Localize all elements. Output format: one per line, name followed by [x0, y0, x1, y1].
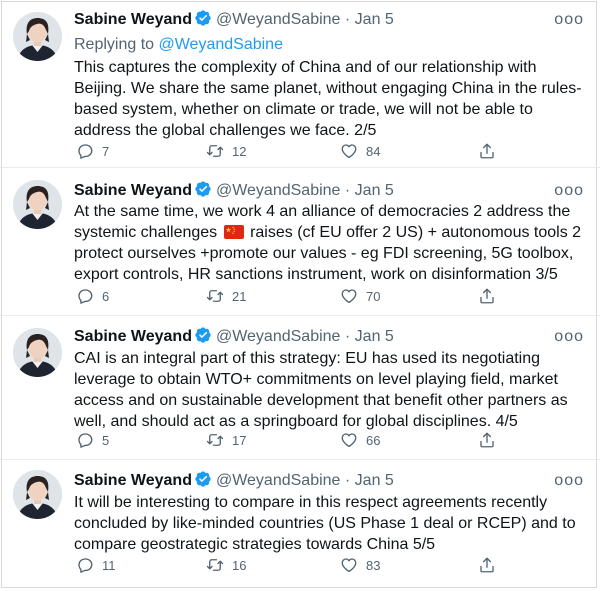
reply-count: 6	[102, 288, 110, 304]
like-button[interactable]: 66	[340, 430, 380, 450]
author-handle[interactable]: @WeyandSabine	[216, 328, 340, 345]
like-count: 83	[366, 557, 381, 573]
retweet-icon	[206, 287, 224, 305]
reply-icon	[76, 556, 94, 574]
tweet-header: Sabine Weyand @WeyandSabine · Jan 5	[74, 180, 394, 201]
profile-photo-icon	[13, 328, 62, 377]
profile-photo-icon	[13, 180, 62, 229]
avatar[interactable]	[13, 180, 62, 229]
more-options-icon[interactable]: ooo	[554, 329, 584, 345]
retweet-count: 16	[232, 557, 247, 573]
tweet-date[interactable]: Jan 5	[355, 472, 394, 489]
tweet-actions: 5 17 66	[74, 430, 524, 450]
like-icon	[340, 142, 358, 160]
retweet-button[interactable]: 21	[206, 286, 246, 306]
profile-photo-icon	[13, 470, 62, 519]
reply-button[interactable]: 5	[76, 430, 109, 450]
tweet-text: This captures the complexity of China an…	[74, 59, 582, 139]
retweet-button[interactable]: 12	[206, 141, 246, 161]
separator-dot: ·	[344, 11, 351, 28]
like-icon	[340, 431, 358, 449]
author-handle[interactable]: @WeyandSabine	[216, 472, 340, 489]
tweet-text: At the same time, we work 4 an alliance …	[74, 201, 584, 285]
tweet-header: Sabine Weyand @WeyandSabine · Jan 5	[74, 9, 394, 30]
like-button[interactable]: 83	[340, 555, 380, 575]
china-flag-icon	[223, 225, 244, 239]
tweet-item[interactable]: Sabine Weyand @WeyandSabine · Jan 5 ooo R…	[0, 0, 600, 168]
author-name[interactable]: Sabine Weyand	[74, 328, 192, 345]
retweet-count: 21	[232, 288, 247, 304]
like-count: 70	[366, 288, 381, 304]
verified-badge-icon	[194, 180, 212, 198]
like-icon	[340, 556, 358, 574]
tweet-date[interactable]: Jan 5	[355, 182, 394, 199]
like-icon	[340, 287, 358, 305]
author-handle[interactable]: @WeyandSabine	[216, 11, 340, 28]
like-button[interactable]: 70	[340, 286, 380, 306]
reply-icon	[76, 431, 94, 449]
tweet-actions: 11 16 83	[74, 555, 524, 575]
replying-to-label: Replying to	[74, 36, 155, 53]
tweet-text: CAI is an integral part of this strategy…	[74, 350, 568, 430]
share-icon	[478, 431, 496, 449]
tweet-item[interactable]: Sabine Weyand @WeyandSabine · Jan 5 ooo A…	[0, 168, 600, 316]
share-icon	[478, 287, 496, 305]
tweet-text: It will be interesting to compare in thi…	[74, 494, 576, 553]
replying-to-handle[interactable]: @WeyandSabine	[159, 36, 283, 53]
tweet-item[interactable]: Sabine Weyand @WeyandSabine · Jan 5 ooo I…	[0, 460, 600, 588]
reply-icon	[76, 287, 94, 305]
tweet-date[interactable]: Jan 5	[355, 11, 394, 28]
tweet-date[interactable]: Jan 5	[355, 328, 394, 345]
share-button[interactable]	[478, 286, 496, 306]
retweet-icon	[206, 142, 224, 160]
avatar[interactable]	[13, 328, 62, 377]
tweet-actions: 6 21 70	[74, 286, 524, 306]
separator-dot: ·	[344, 182, 351, 199]
like-count: 66	[366, 432, 381, 448]
tweet-item[interactable]: Sabine Weyand @WeyandSabine · Jan 5 ooo C…	[0, 316, 600, 460]
retweet-count: 17	[232, 432, 247, 448]
reply-count: 5	[102, 432, 110, 448]
tweet-header: Sabine Weyand @WeyandSabine · Jan 5	[74, 470, 394, 491]
retweet-icon	[206, 431, 224, 449]
retweet-button[interactable]: 17	[206, 430, 246, 450]
verified-badge-icon	[194, 470, 212, 488]
reply-button[interactable]: 11	[76, 555, 116, 575]
retweet-icon	[206, 556, 224, 574]
author-name[interactable]: Sabine Weyand	[74, 472, 192, 489]
verified-badge-icon	[194, 9, 212, 27]
retweet-button[interactable]: 16	[206, 555, 246, 575]
share-button[interactable]	[478, 141, 496, 161]
tweet-header: Sabine Weyand @WeyandSabine · Jan 5	[74, 326, 394, 347]
replying-to: Replying to @WeyandSabine	[74, 36, 283, 54]
more-options-icon[interactable]: ooo	[554, 183, 584, 199]
share-button[interactable]	[478, 430, 496, 450]
reply-button[interactable]: 7	[76, 141, 109, 161]
author-name[interactable]: Sabine Weyand	[74, 182, 192, 199]
author-handle[interactable]: @WeyandSabine	[216, 182, 340, 199]
reply-count: 11	[102, 557, 116, 573]
avatar[interactable]	[13, 12, 62, 61]
retweet-count: 12	[232, 143, 247, 159]
more-options-icon[interactable]: ooo	[554, 473, 584, 489]
share-icon	[478, 556, 496, 574]
avatar[interactable]	[13, 470, 62, 519]
separator-dot: ·	[344, 472, 351, 489]
reply-button[interactable]: 6	[76, 286, 109, 306]
reply-icon	[76, 142, 94, 160]
separator-dot: ·	[344, 328, 351, 345]
verified-badge-icon	[194, 326, 212, 344]
reply-count: 7	[102, 143, 110, 159]
author-name[interactable]: Sabine Weyand	[74, 11, 192, 28]
like-count: 84	[366, 143, 381, 159]
like-button[interactable]: 84	[340, 141, 380, 161]
tweet-actions: 7 12 84	[74, 141, 524, 161]
share-icon	[478, 142, 496, 160]
profile-photo-icon	[13, 12, 62, 61]
more-options-icon[interactable]: ooo	[554, 12, 584, 28]
share-button[interactable]	[478, 555, 496, 575]
